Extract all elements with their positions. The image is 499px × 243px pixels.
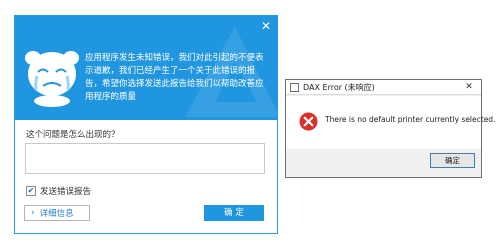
error-apology-message: 应用程序发生未知错误，我们对此引起的不便表示道歉，我们已经产生了一个关于此错误的… bbox=[85, 53, 264, 102]
send-report-checkbox[interactable]: ✔ bbox=[26, 186, 36, 196]
problem-description-input[interactable] bbox=[25, 143, 265, 174]
app-window-icon bbox=[290, 83, 299, 92]
dax-close-button[interactable]: ✕ bbox=[463, 81, 475, 93]
send-report-row[interactable]: ✔ 发送错误报告 bbox=[26, 185, 91, 197]
details-button-label: 详细信息 bbox=[39, 209, 74, 219]
dax-error-dialog: DAX Error (未响应) ✕ There is no default pr… bbox=[285, 79, 495, 178]
crying-mascot-icon bbox=[25, 51, 79, 107]
send-report-label[interactable]: 发送错误报告 bbox=[40, 185, 91, 197]
chevron-right-icon: › bbox=[31, 208, 35, 218]
dax-error-message: There is no default printer currently se… bbox=[325, 115, 496, 124]
dax-title-bar[interactable]: DAX Error (未响应) ✕ bbox=[286, 80, 481, 95]
dax-dialog-title: DAX Error (未响应) bbox=[303, 83, 375, 92]
close-button[interactable]: ✕ bbox=[259, 19, 273, 33]
dax-message-area: There is no default printer currently se… bbox=[286, 96, 495, 149]
crash-dialog-header: ✕ 应用程序发生未知错误，我们对此引起的不便表示道歉，我们已经产生了一个关于此错… bbox=[15, 16, 277, 120]
crash-report-dialog: ✕ 应用程序发生未知错误，我们对此引起的不便表示道歉，我们已经产生了一个关于此错… bbox=[14, 15, 278, 234]
dax-ok-button[interactable]: 确定 bbox=[430, 153, 475, 168]
question-label: 这个问题是怎么出现的？ bbox=[26, 130, 120, 140]
confirm-button[interactable]: 确 定 bbox=[204, 205, 264, 221]
error-icon bbox=[299, 112, 318, 131]
details-button[interactable]: › 详细信息 bbox=[24, 205, 90, 221]
